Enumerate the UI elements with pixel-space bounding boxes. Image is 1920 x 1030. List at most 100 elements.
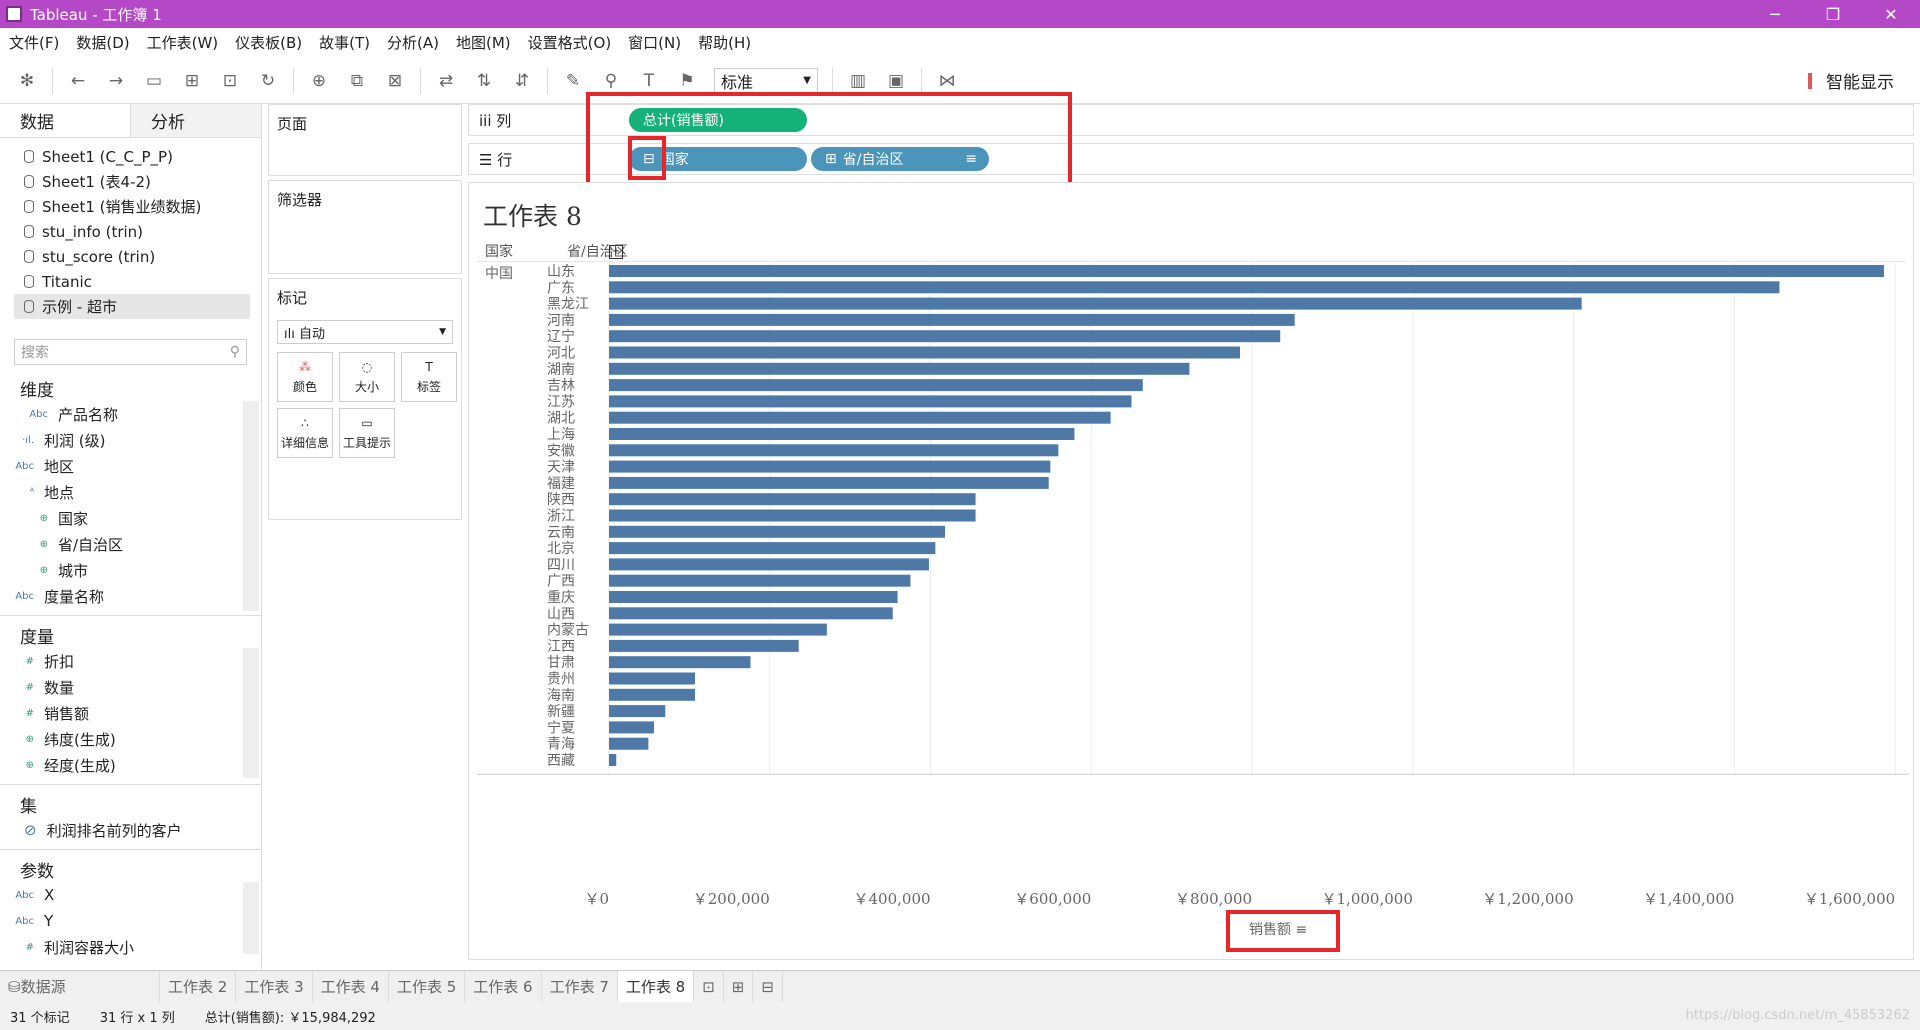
category-label[interactable]: 山西	[547, 606, 575, 622]
category-label[interactable]: 云南	[547, 525, 575, 541]
category-label[interactable]: 湖北	[547, 411, 575, 427]
category-label[interactable]: 重庆	[547, 590, 575, 606]
filters-card[interactable]: 筛选器	[268, 180, 462, 274]
tab-datasource[interactable]: ⛁ 数据源	[0, 970, 160, 1003]
size-button[interactable]: ◌ 大小	[339, 352, 395, 402]
tab-sheet-8[interactable]: 工作表 8	[617, 970, 695, 1003]
bar[interactable]	[609, 672, 696, 685]
show-me-button[interactable]: 智能显示	[1808, 68, 1894, 93]
parameter-item[interactable]: Abc Y	[0, 908, 261, 934]
datasource-item[interactable]: Sheet1 (销售业绩数据)	[24, 194, 261, 219]
mark-type-select[interactable]: ılı 自动 ▼	[277, 320, 453, 344]
category-label[interactable]: 陕西	[547, 492, 575, 508]
category-label[interactable]: 天津	[547, 460, 575, 476]
datasource-item-selected[interactable]: 示例 - 超市	[14, 294, 250, 319]
dimension-item[interactable]: Abc 地区	[0, 453, 261, 479]
menu-analysis[interactable]: 分析(A)	[387, 32, 439, 53]
parameter-item[interactable]: # 利润容器大小	[0, 934, 261, 960]
category-label[interactable]: 江苏	[547, 394, 575, 410]
sort-asc-icon[interactable]: ⇅	[471, 68, 497, 94]
measures-scrollbar[interactable]	[243, 648, 259, 778]
pages-card[interactable]: 页面	[268, 104, 462, 176]
tab-sheet-7[interactable]: 工作表 7	[542, 970, 618, 1003]
category-label[interactable]: 辽宁	[547, 328, 575, 345]
save-icon[interactable]: ▭	[141, 68, 167, 94]
menu-data[interactable]: 数据(D)	[76, 32, 129, 53]
menu-map[interactable]: 地图(M)	[456, 32, 511, 53]
bar[interactable]	[609, 362, 1190, 375]
category-label[interactable]: 山东	[547, 264, 575, 280]
datasource-item[interactable]: Titanic	[24, 269, 261, 294]
measure-item[interactable]: # 销售额	[0, 700, 261, 726]
menu-file[interactable]: 文件(F)	[9, 32, 59, 53]
set-item[interactable]: ⊘ 利润排名前列的客户	[0, 817, 261, 843]
bar[interactable]	[609, 428, 1075, 440]
bar[interactable]	[609, 297, 1582, 310]
refresh-icon[interactable]: ↻	[255, 68, 281, 94]
tab-analysis[interactable]: 分析	[130, 104, 261, 137]
measure-item[interactable]: ⊕ 纬度(生成)	[0, 726, 261, 752]
menu-dashboard[interactable]: 仪表板(B)	[235, 32, 302, 53]
bar[interactable]	[609, 411, 1111, 424]
bar[interactable]	[609, 460, 1051, 473]
bar[interactable]	[609, 509, 976, 522]
category-label[interactable]: 江西	[547, 639, 575, 655]
category-label[interactable]: 湖南	[547, 362, 575, 378]
datasource-item[interactable]: stu_info (trin)	[24, 219, 261, 244]
bar[interactable]	[609, 688, 696, 701]
category-label[interactable]: 广西	[547, 574, 575, 590]
new-dashboard-icon[interactable]: ⊞	[724, 970, 754, 1003]
clear-sheet-icon[interactable]: ⊠	[382, 68, 408, 94]
category-label[interactable]: 青海	[547, 737, 575, 753]
category-label[interactable]: 黑龙江	[547, 297, 589, 313]
measure-item[interactable]: # 折扣	[0, 648, 261, 674]
tab-sheet-3[interactable]: 工作表 3	[236, 970, 313, 1003]
measure-item[interactable]: ⊕ 经度(生成)	[0, 752, 261, 778]
bar[interactable]	[609, 379, 1143, 392]
category-label[interactable]: 吉林	[547, 378, 575, 394]
dimension-item[interactable]: ᴬ 地点	[0, 479, 261, 505]
dimension-item[interactable]: ⊕ 省/自治区	[0, 531, 261, 557]
new-datasource-icon[interactable]: ⊞	[179, 68, 205, 94]
category-label[interactable]: 内蒙古	[547, 623, 589, 639]
bar[interactable]	[609, 330, 1281, 343]
menu-help[interactable]: 帮助(H)	[698, 32, 751, 53]
category-label[interactable]: 河北	[547, 346, 575, 362]
measure-item[interactable]: # 数量	[0, 674, 261, 700]
bar[interactable]	[609, 313, 1295, 326]
tab-data[interactable]: 数据	[0, 104, 130, 137]
datasource-item[interactable]: Sheet1 (C_C_P_P)	[24, 144, 261, 169]
minimize-icon[interactable]: ─	[1746, 0, 1804, 28]
redo-icon[interactable]: →	[103, 68, 129, 94]
bar[interactable]	[609, 476, 1049, 489]
bar[interactable]	[609, 525, 946, 538]
category-label[interactable]: 上海	[547, 427, 575, 443]
bar[interactable]	[609, 395, 1132, 408]
share-icon[interactable]: ⋈	[934, 68, 960, 94]
category-label[interactable]: 福建	[547, 476, 575, 492]
category-label[interactable]: 西藏	[547, 753, 575, 769]
dimension-item[interactable]: ⊕ 国家	[0, 505, 261, 531]
category-label[interactable]: 新疆	[547, 704, 575, 720]
category-label[interactable]: 河南	[547, 313, 575, 329]
bar[interactable]	[609, 623, 827, 636]
fit-select[interactable]: 标准 ▼	[714, 67, 818, 94]
category-label[interactable]: 四川	[547, 557, 575, 573]
menu-window[interactable]: 窗口(N)	[628, 32, 681, 53]
bar[interactable]	[609, 265, 1884, 277]
field-search-input[interactable]: 搜索 ⚲	[14, 339, 247, 365]
tab-sheet-5[interactable]: 工作表 5	[389, 970, 466, 1003]
bar[interactable]	[609, 542, 936, 555]
bar[interactable]	[609, 607, 893, 620]
new-sheet-icon[interactable]: ⊕	[306, 68, 332, 94]
tableau-logo-icon[interactable]: ✻	[14, 68, 40, 94]
detail-button[interactable]: ∴ 详细信息	[277, 408, 333, 458]
category-label[interactable]: 贵州	[547, 672, 575, 688]
menu-story[interactable]: 故事(T)	[319, 32, 370, 53]
bar[interactable]	[609, 737, 649, 750]
category-label[interactable]: 宁夏	[547, 719, 575, 736]
show-cards-icon[interactable]: ▥	[845, 68, 871, 94]
new-story-icon[interactable]: ⊟	[753, 970, 783, 1003]
parameter-item[interactable]: Abc X	[0, 882, 261, 908]
dimension-item[interactable]: ⊕ 城市	[0, 557, 261, 583]
